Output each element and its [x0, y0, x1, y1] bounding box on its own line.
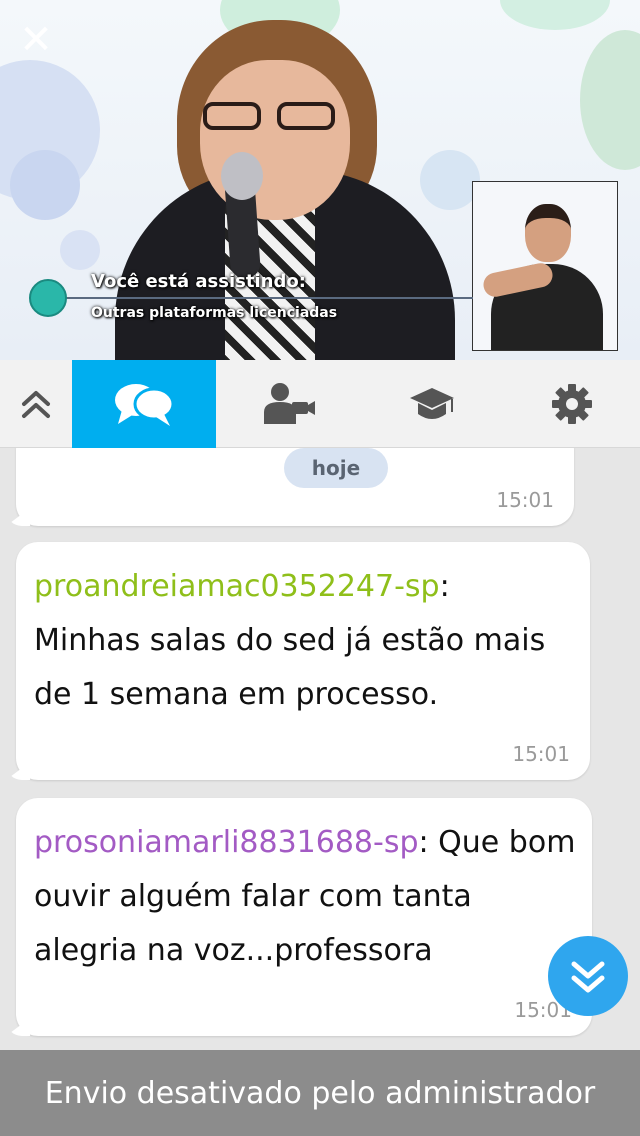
message-body: prosoniamarli8831688-sp: Que bom ouvir a… [34, 816, 578, 978]
date-bubble: hoje 15:01 [6, 448, 574, 526]
bg-circle [500, 0, 610, 30]
tab-chat[interactable] [72, 360, 216, 448]
bg-circle [60, 230, 100, 270]
input-disabled-bar: Envio desativado pelo administrador [0, 1050, 640, 1136]
gear-icon [552, 384, 592, 424]
close-icon[interactable]: ✕ [16, 20, 56, 60]
chat-message: prosoniamarli8831688-sp: Que bom ouvir a… [6, 798, 592, 1036]
caption-line [48, 297, 473, 299]
chat-area[interactable]: hoje 15:01 proandreiamac0352247-sp: Minha… [0, 448, 640, 1050]
bg-circle [10, 150, 80, 220]
scroll-to-bottom-button[interactable] [548, 936, 628, 1016]
sign-language-interpreter-window [472, 181, 618, 351]
bg-circle [580, 30, 640, 170]
tab-courses[interactable] [360, 360, 504, 448]
chat-message: proandreiamac0352247-sp: Minhas salas do … [6, 542, 590, 780]
message-body: proandreiamac0352247-sp: Minhas salas do … [34, 560, 576, 722]
tab-settings[interactable] [504, 360, 640, 448]
caption-title: Você está assistindo: [91, 271, 306, 292]
caption-circle-icon [29, 279, 67, 317]
input-disabled-message: Envio desativado pelo administrador [44, 1075, 596, 1111]
date-pill: hoje [284, 448, 388, 488]
chevron-double-up-icon [22, 391, 50, 418]
tab-user-video[interactable] [216, 360, 360, 448]
message-separator: : [439, 569, 450, 604]
chat-bubbles-icon [115, 384, 175, 426]
caption-subtitle: Outras plataformas licenciadas [91, 305, 338, 321]
tab-bar [0, 360, 640, 448]
tab-collapse[interactable] [0, 360, 72, 448]
message-time: 15:01 [496, 488, 554, 512]
user-video-icon [264, 383, 315, 424]
graduation-cap-icon [410, 388, 454, 419]
message-author[interactable]: prosoniamarli8831688-sp [34, 825, 419, 860]
message-separator: : [418, 825, 429, 860]
video-player[interactable]: Você está assistindo: Outras plataformas… [0, 0, 640, 360]
message-time: 15:01 [512, 742, 570, 766]
chevron-double-down-icon [571, 961, 605, 993]
message-text: Minhas salas do sed já estão mais de 1 s… [34, 623, 546, 712]
message-author[interactable]: proandreiamac0352247-sp [34, 569, 440, 604]
